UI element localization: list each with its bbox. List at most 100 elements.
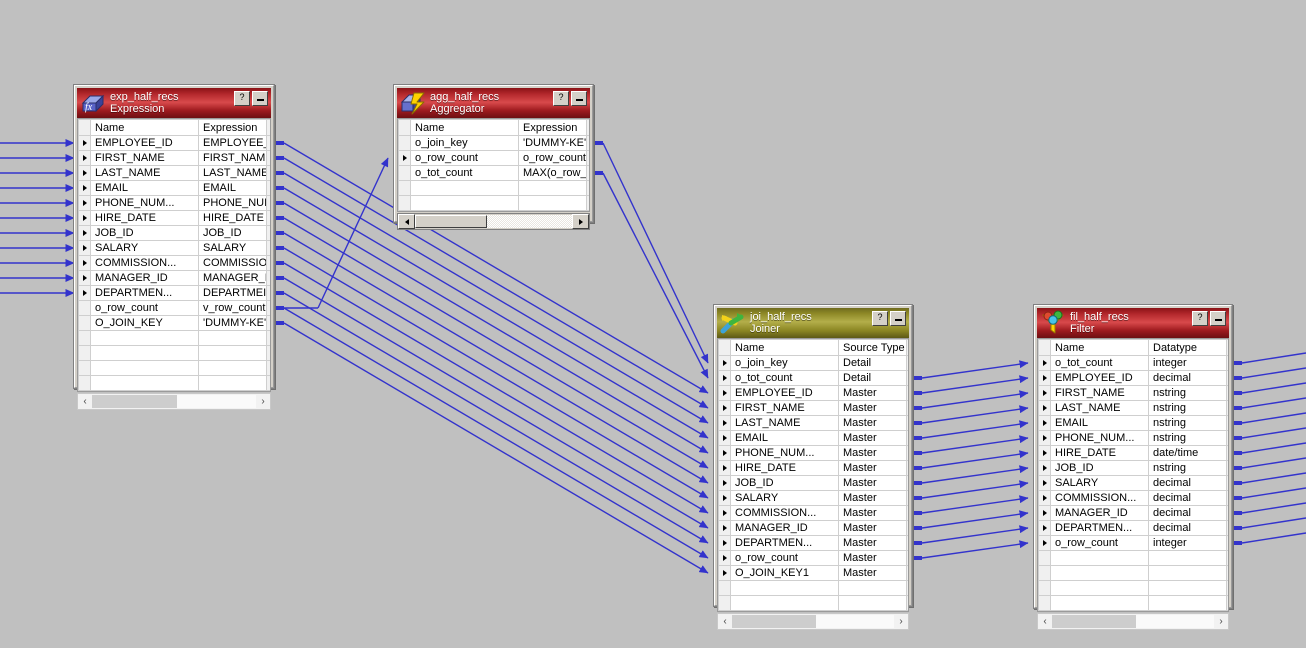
table-row-empty[interactable] (398, 180, 589, 196)
table-row-empty[interactable] (78, 360, 270, 376)
scrollbar-track[interactable] (732, 615, 894, 628)
table-row-empty[interactable] (78, 330, 270, 346)
column-header-value[interactable]: Expression (518, 119, 587, 136)
scroll-right-button[interactable] (572, 214, 589, 229)
row-output-port[interactable] (266, 225, 270, 241)
row-input-port[interactable] (1038, 415, 1051, 431)
row-input-port[interactable] (78, 165, 91, 181)
column-header-value[interactable]: Datatype (1148, 339, 1227, 356)
scroll-left-button[interactable]: ‹ (1038, 615, 1052, 628)
row-output-port[interactable] (1226, 490, 1228, 506)
row-input-port[interactable] (78, 345, 91, 361)
column-header-value[interactable]: Expression (198, 119, 267, 136)
row-input-port[interactable] (1038, 460, 1051, 476)
row-input-port[interactable] (718, 355, 731, 371)
row-input-port[interactable] (398, 180, 411, 196)
table-row[interactable]: o_tot_count Detail (718, 370, 908, 386)
window-titlebar[interactable]: fil_half_recs Filter ? (1037, 308, 1229, 338)
column-header-name[interactable]: Name (410, 119, 519, 136)
row-output-port[interactable] (586, 135, 589, 151)
row-output-port[interactable] (906, 505, 908, 521)
horizontal-scrollbar[interactable]: ‹ › (717, 613, 909, 630)
scroll-left-button[interactable]: ‹ (718, 615, 732, 628)
scroll-left-button[interactable]: ‹ (78, 395, 92, 408)
row-output-port[interactable] (1226, 415, 1228, 431)
table-row[interactable]: JOB_ID JOB_ID (78, 225, 270, 241)
port-grid[interactable]: Name Expression o_join_key 'DUMMY-KE' o_… (397, 118, 590, 212)
row-input-port[interactable] (1038, 490, 1051, 506)
table-row[interactable]: HIRE_DATE date/time (1038, 445, 1228, 461)
row-input-port[interactable] (1038, 505, 1051, 521)
row-input-port[interactable] (1038, 535, 1051, 551)
row-output-port[interactable] (1226, 580, 1228, 596)
horizontal-scrollbar[interactable]: ‹ › (77, 393, 271, 410)
row-output-port[interactable] (266, 135, 270, 151)
window-titlebar[interactable]: fx exp_half_recs Expression ? (77, 88, 271, 118)
scroll-right-button[interactable]: › (894, 615, 908, 628)
row-output-port[interactable] (266, 195, 270, 211)
row-input-port[interactable] (78, 210, 91, 226)
table-row[interactable]: o_row_count o_row_count (398, 150, 589, 166)
table-row[interactable]: JOB_ID nstring (1038, 460, 1228, 476)
horizontal-scrollbar[interactable]: ‹ › (1037, 613, 1229, 630)
row-output-port[interactable] (586, 180, 589, 196)
scrollbar-thumb[interactable] (415, 215, 488, 228)
table-row[interactable]: FIRST_NAME Master (718, 400, 908, 416)
table-row-empty[interactable] (398, 195, 589, 211)
row-output-port[interactable] (266, 285, 270, 301)
row-input-port[interactable] (398, 135, 411, 151)
row-input-port[interactable] (1038, 385, 1051, 401)
scrollbar-thumb[interactable] (1052, 615, 1137, 628)
column-header-name[interactable]: Name (90, 119, 199, 136)
table-row[interactable]: EMAIL Master (718, 430, 908, 446)
row-output-port[interactable] (1226, 565, 1228, 581)
row-input-port[interactable] (718, 535, 731, 551)
row-input-port[interactable] (718, 370, 731, 386)
port-grid[interactable]: Name Datatype o_tot_count integer EMPLOY… (1037, 338, 1229, 612)
row-output-port[interactable] (1226, 400, 1228, 416)
table-row-empty[interactable] (78, 375, 270, 391)
scrollbar-track[interactable] (1052, 615, 1214, 628)
row-input-port[interactable] (718, 505, 731, 521)
table-row[interactable]: o_row_count v_row_count (78, 300, 270, 316)
table-row-empty[interactable] (718, 595, 908, 611)
row-output-port[interactable] (1226, 475, 1228, 491)
table-row[interactable]: O_JOIN_KEY1 Master (718, 565, 908, 581)
row-output-port[interactable] (906, 520, 908, 536)
row-input-port[interactable] (1038, 595, 1051, 611)
row-output-port[interactable] (1226, 535, 1228, 551)
table-row[interactable]: COMMISSION... decimal (1038, 490, 1228, 506)
table-row[interactable]: DEPARTMEN... DEPARTMEI (78, 285, 270, 301)
row-input-port[interactable] (1038, 520, 1051, 536)
row-output-port[interactable] (1226, 370, 1228, 386)
table-row[interactable]: PHONE_NUM... Master (718, 445, 908, 461)
row-output-port[interactable] (1226, 385, 1228, 401)
row-output-port[interactable] (906, 475, 908, 491)
row-output-port[interactable] (266, 255, 270, 271)
table-row[interactable]: SALARY Master (718, 490, 908, 506)
table-row[interactable]: o_row_count integer (1038, 535, 1228, 551)
row-input-port[interactable] (718, 595, 731, 611)
table-row[interactable]: LAST_NAME Master (718, 415, 908, 431)
row-input-port[interactable] (78, 195, 91, 211)
table-row-empty[interactable] (78, 345, 270, 361)
row-input-port[interactable] (1038, 550, 1051, 566)
row-input-port[interactable] (718, 550, 731, 566)
table-row[interactable]: o_tot_count integer (1038, 355, 1228, 371)
transformation-window-agg[interactable]: agg_half_recs Aggregator ? Name Expressi… (393, 84, 594, 230)
row-output-port[interactable] (266, 315, 270, 331)
window-titlebar[interactable]: joi_half_recs Joiner ? (717, 308, 909, 338)
row-output-port[interactable] (906, 595, 908, 611)
row-input-port[interactable] (718, 385, 731, 401)
help-button[interactable]: ? (553, 91, 569, 106)
table-row[interactable]: o_join_key 'DUMMY-KE' (398, 135, 589, 151)
column-header-value[interactable]: Source Type (838, 339, 907, 356)
table-row[interactable]: HIRE_DATE HIRE_DATE (78, 210, 270, 226)
table-row[interactable]: LAST_NAME nstring (1038, 400, 1228, 416)
row-input-port[interactable] (78, 315, 91, 331)
row-input-port[interactable] (398, 150, 411, 166)
scrollbar-track[interactable] (92, 395, 256, 408)
row-output-port[interactable] (906, 385, 908, 401)
row-output-port[interactable] (266, 270, 270, 286)
row-input-port[interactable] (718, 415, 731, 431)
